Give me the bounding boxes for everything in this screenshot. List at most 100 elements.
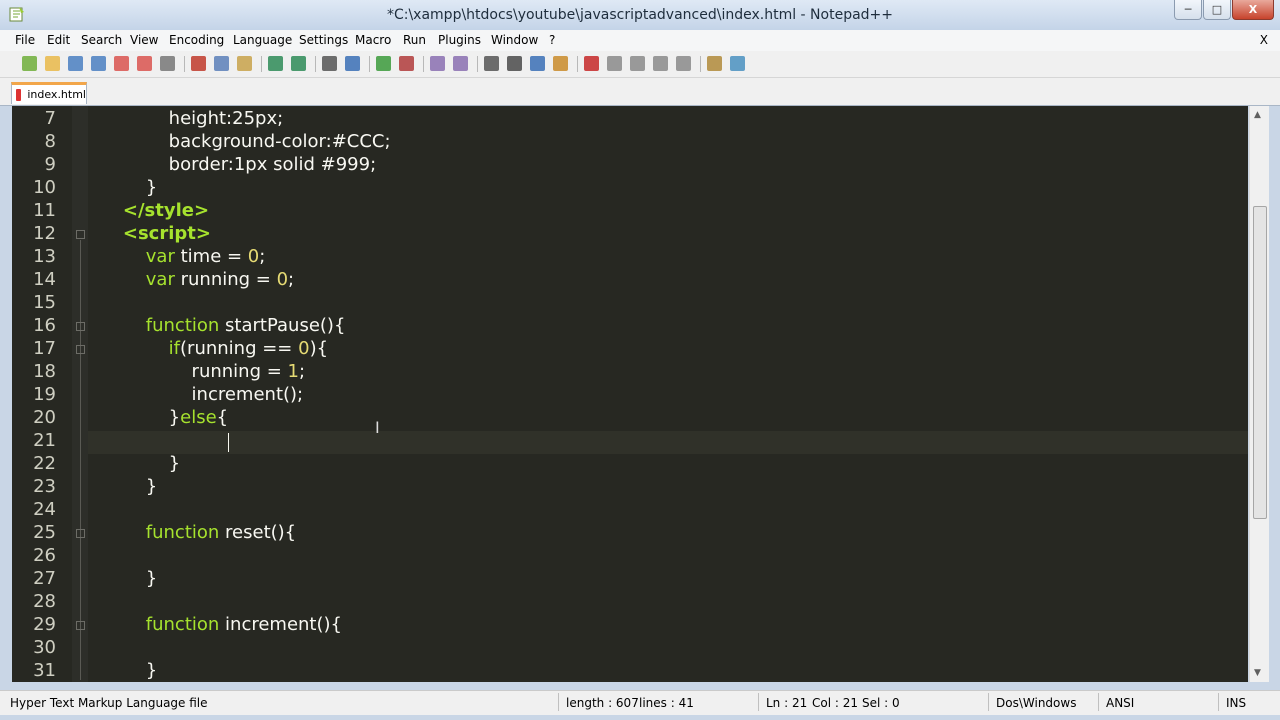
menu-view[interactable]: View xyxy=(130,33,158,47)
save-icon[interactable] xyxy=(68,56,83,71)
code-line[interactable]: 8 background-color:#CCC; xyxy=(12,131,1248,154)
menu-search[interactable]: Search xyxy=(81,33,122,47)
cut-icon[interactable] xyxy=(191,56,206,71)
code-token: </style> xyxy=(122,200,210,221)
code-line[interactable]: 23 } xyxy=(12,476,1248,499)
new-file-icon[interactable] xyxy=(22,56,37,71)
menu-encoding[interactable]: Encoding xyxy=(169,33,224,47)
code-line[interactable]: 16 function startPause(){ xyxy=(12,315,1248,338)
code-token: <script> xyxy=(122,223,211,244)
menu-file[interactable]: File xyxy=(15,33,35,47)
fold-toggle-icon[interactable] xyxy=(76,621,85,630)
print-icon[interactable] xyxy=(160,56,175,71)
indent-guide-icon[interactable] xyxy=(530,56,545,71)
doc-map-icon[interactable] xyxy=(553,56,568,71)
code-line[interactable]: 9 border:1px solid #999; xyxy=(12,154,1248,177)
maximize-button[interactable]: □ xyxy=(1203,0,1231,20)
zoom-out-icon[interactable] xyxy=(399,56,414,71)
launch-browser-icon[interactable] xyxy=(707,56,722,71)
zoom-in-icon[interactable] xyxy=(376,56,391,71)
stop-record-icon[interactable] xyxy=(607,56,622,71)
close-window-button[interactable]: X xyxy=(1232,0,1274,20)
scrollbar-thumb[interactable] xyxy=(1253,206,1267,519)
fold-toggle-icon[interactable] xyxy=(76,529,85,538)
minimize-button[interactable]: ─ xyxy=(1174,0,1202,20)
status-insert-mode: INS xyxy=(1226,696,1247,710)
code-line[interactable]: 7 height:25px; xyxy=(12,108,1248,131)
menu-edit[interactable]: Edit xyxy=(47,33,70,47)
fold-toggle-icon[interactable] xyxy=(76,345,85,354)
menu-help[interactable]: ? xyxy=(549,33,555,47)
code-line[interactable]: 20 }else{ xyxy=(12,407,1248,430)
code-token: 1 xyxy=(287,361,299,382)
close-document-button[interactable]: X xyxy=(1260,33,1268,47)
code-line[interactable]: 27 } xyxy=(12,568,1248,591)
code-line[interactable]: 21 xyxy=(12,430,1248,453)
code-line[interactable]: 14 var running = 0; xyxy=(12,269,1248,292)
close-icon[interactable] xyxy=(114,56,129,71)
play-multiple-icon[interactable] xyxy=(653,56,668,71)
menu-plugins[interactable]: Plugins xyxy=(438,33,481,47)
undo-icon[interactable] xyxy=(268,56,283,71)
fold-toggle-icon[interactable] xyxy=(76,322,85,331)
menu-run[interactable]: Run xyxy=(403,33,426,47)
paste-icon[interactable] xyxy=(237,56,252,71)
scroll-up-icon[interactable]: ▲ xyxy=(1254,110,1261,120)
code-line[interactable]: 29 function increment(){ xyxy=(12,614,1248,637)
minimize-icon: ─ xyxy=(1184,3,1192,16)
menu-window[interactable]: Window xyxy=(491,33,538,47)
save-macro-icon[interactable] xyxy=(676,56,691,71)
code-line[interactable]: 18 running = 1; xyxy=(12,361,1248,384)
code-line[interactable]: 25 function reset(){ xyxy=(12,522,1248,545)
line-number: 20 xyxy=(33,407,56,428)
menu-language[interactable]: Language xyxy=(233,33,292,47)
fold-toggle-icon[interactable] xyxy=(76,230,85,239)
code-line[interactable]: 31 } xyxy=(12,660,1248,682)
find-icon[interactable] xyxy=(322,56,337,71)
redo-icon[interactable] xyxy=(291,56,306,71)
code-line[interactable]: 12 <script> xyxy=(12,223,1248,246)
sync-vertical-icon[interactable] xyxy=(430,56,445,71)
code-line[interactable]: 24 xyxy=(12,499,1248,522)
code-editor[interactable]: I 7 height:25px; 8 background-color:#CCC;… xyxy=(12,106,1248,682)
status-file-type: Hyper Text Markup Language file xyxy=(10,696,208,710)
code-token: ; xyxy=(299,361,306,382)
word-wrap-icon[interactable] xyxy=(484,56,499,71)
replace-icon[interactable] xyxy=(345,56,360,71)
code-line[interactable]: 28 xyxy=(12,591,1248,614)
window-title: *C:\xampp\htdocs\youtube\javascriptadvan… xyxy=(386,7,894,23)
line-number: 27 xyxy=(33,568,56,589)
maximize-icon: □ xyxy=(1211,3,1223,16)
tab-index-html[interactable]: index.html xyxy=(11,82,87,104)
spell-check-icon[interactable] xyxy=(730,56,745,71)
code-text: background-color:#CCC; xyxy=(100,131,391,152)
vertical-scrollbar[interactable]: ▲ ▼ xyxy=(1249,106,1269,682)
copy-icon[interactable] xyxy=(214,56,229,71)
line-number: 31 xyxy=(33,660,56,681)
code-line[interactable]: 22 } xyxy=(12,453,1248,476)
sync-horizontal-icon[interactable] xyxy=(453,56,468,71)
code-line[interactable]: 11 </style> xyxy=(12,200,1248,223)
menu-macro[interactable]: Macro xyxy=(355,33,391,47)
open-file-icon[interactable] xyxy=(45,56,60,71)
show-all-chars-icon[interactable] xyxy=(507,56,522,71)
code-line[interactable]: 15 xyxy=(12,292,1248,315)
save-all-icon[interactable] xyxy=(91,56,106,71)
code-line[interactable]: 13 var time = 0; xyxy=(12,246,1248,269)
close-all-icon[interactable] xyxy=(137,56,152,71)
code-token: border:1px solid #999; xyxy=(168,154,377,175)
code-line[interactable]: 10 } xyxy=(12,177,1248,200)
record-macro-icon[interactable] xyxy=(584,56,599,71)
code-line[interactable]: 30 xyxy=(12,637,1248,660)
play-macro-icon[interactable] xyxy=(630,56,645,71)
code-line[interactable]: 17 if(running == 0){ xyxy=(12,338,1248,361)
menu-settings[interactable]: Settings xyxy=(299,33,348,47)
scroll-down-icon[interactable]: ▼ xyxy=(1254,668,1261,678)
code-line[interactable]: 26 xyxy=(12,545,1248,568)
code-token: { xyxy=(216,407,229,428)
code-line[interactable]: 19 increment(); xyxy=(12,384,1248,407)
